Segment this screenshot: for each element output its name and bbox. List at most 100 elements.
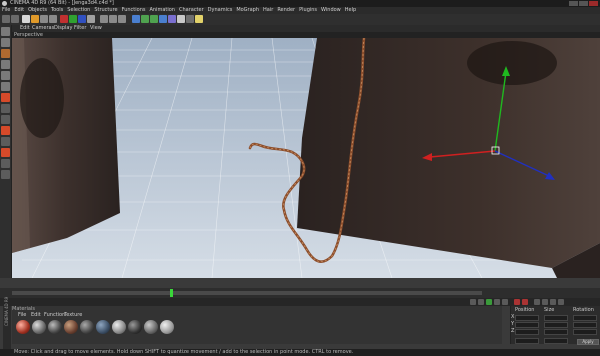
deformer-icon[interactable]	[168, 15, 176, 23]
points-icon[interactable]	[1, 60, 10, 69]
menu-dynamics[interactable]: Dynamics	[206, 7, 235, 14]
menu-file[interactable]: File	[0, 7, 12, 14]
scale-key-icon[interactable]	[558, 299, 564, 305]
size-x-field[interactable]	[544, 315, 568, 321]
apply-button[interactable]: Apply	[577, 339, 599, 345]
model-icon[interactable]	[1, 27, 10, 36]
material-swatch[interactable]	[80, 320, 94, 334]
materials-menu-edit[interactable]: Edit	[31, 312, 41, 318]
edges-icon[interactable]	[1, 71, 10, 80]
menu-tools[interactable]: Tools	[49, 7, 65, 14]
menu-structure[interactable]: Structure	[92, 7, 119, 14]
pen-icon[interactable]	[141, 15, 149, 23]
viewport-menu-edit[interactable]: Edit	[20, 25, 30, 32]
layout-icon[interactable]	[1, 148, 10, 157]
object-icon[interactable]	[1, 38, 10, 47]
position-key-icon[interactable]	[542, 299, 548, 305]
material-swatch[interactable]	[32, 320, 46, 334]
axis-icon[interactable]	[1, 93, 10, 102]
menu-objects[interactable]: Objects	[26, 7, 49, 14]
light-icon[interactable]	[195, 15, 203, 23]
material-swatch[interactable]	[160, 320, 174, 334]
cube-icon[interactable]	[132, 15, 140, 23]
material-swatch[interactable]	[48, 320, 62, 334]
render-region-icon[interactable]	[1, 170, 10, 179]
prev-frame-icon[interactable]	[478, 299, 484, 305]
tweak-icon[interactable]	[1, 126, 10, 135]
grid-icon[interactable]	[1, 159, 10, 168]
camera-icon[interactable]	[186, 15, 194, 23]
rotation-h-field[interactable]	[573, 315, 597, 321]
coord-icon[interactable]	[87, 15, 95, 23]
materials-menu-file[interactable]: File	[18, 312, 26, 318]
go-start-icon[interactable]	[470, 299, 476, 305]
menu-help[interactable]: Help	[343, 7, 358, 14]
size-z-field[interactable]	[544, 329, 568, 335]
materials-menu-function[interactable]: Function	[44, 312, 65, 318]
maximize-button[interactable]	[579, 1, 588, 6]
y-axis-icon[interactable]	[69, 15, 77, 23]
autokey-icon[interactable]	[522, 299, 528, 305]
play-icon[interactable]	[486, 299, 492, 305]
viewport-menu-cameras[interactable]: Cameras	[32, 25, 54, 32]
viewport-scene[interactable]	[12, 38, 600, 278]
materials-menu-texture[interactable]: Texture	[64, 312, 82, 318]
undo-icon[interactable]	[2, 15, 10, 23]
array-icon[interactable]	[159, 15, 167, 23]
menu-character[interactable]: Character	[177, 7, 206, 14]
record-icon[interactable]	[514, 299, 520, 305]
viewport-menu-filter[interactable]: Filter	[74, 25, 86, 32]
rotate-icon[interactable]	[49, 15, 57, 23]
polygons-icon[interactable]	[1, 82, 10, 91]
rotation-p-field[interactable]	[573, 322, 597, 328]
snap-icon[interactable]	[1, 104, 10, 113]
x-axis-icon[interactable]	[60, 15, 68, 23]
size-y-field[interactable]	[544, 322, 568, 328]
viewport-menu-display[interactable]: Display	[54, 25, 72, 32]
subdivision-icon[interactable]	[150, 15, 158, 23]
render-view-icon[interactable]	[100, 15, 108, 23]
texture-icon[interactable]	[1, 49, 10, 58]
material-swatch[interactable]	[128, 320, 142, 334]
material-swatch[interactable]	[16, 320, 30, 334]
solo-icon[interactable]	[1, 137, 10, 146]
position-z-field[interactable]	[515, 329, 539, 335]
size-mode-select[interactable]	[544, 338, 568, 344]
rotation-key-icon[interactable]	[550, 299, 556, 305]
rotation-b-field[interactable]	[573, 329, 597, 335]
menu-window[interactable]: Window	[319, 7, 343, 14]
z-axis-icon[interactable]	[78, 15, 86, 23]
position-x-field[interactable]	[515, 315, 539, 321]
workplane-icon[interactable]	[1, 115, 10, 124]
material-swatch[interactable]	[144, 320, 158, 334]
menu-mograph[interactable]: MoGraph	[234, 7, 261, 14]
render-settings-icon[interactable]	[118, 15, 126, 23]
next-frame-icon[interactable]	[494, 299, 500, 305]
menu-edit[interactable]: Edit	[12, 7, 26, 14]
viewport[interactable]	[12, 38, 600, 278]
close-button[interactable]	[589, 1, 598, 6]
timeline[interactable]	[0, 288, 600, 298]
menu-functions[interactable]: Functions	[120, 7, 148, 14]
minimize-button[interactable]	[569, 1, 578, 6]
position-y-field[interactable]	[515, 322, 539, 328]
viewport-menu-view[interactable]: View	[90, 25, 102, 32]
material-swatch[interactable]	[112, 320, 126, 334]
menu-animation[interactable]: Animation	[147, 7, 177, 14]
menu-render[interactable]: Render	[275, 7, 297, 14]
scale-icon[interactable]	[40, 15, 48, 23]
menu-selection[interactable]: Selection	[65, 7, 92, 14]
timeline-playhead[interactable]	[170, 289, 173, 297]
select-icon[interactable]	[22, 15, 30, 23]
menu-hair[interactable]: Hair	[261, 7, 275, 14]
scene-icon[interactable]	[177, 15, 185, 23]
material-swatch[interactable]	[96, 320, 110, 334]
move-icon[interactable]	[31, 15, 39, 23]
go-end-icon[interactable]	[502, 299, 508, 305]
redo-icon[interactable]	[11, 15, 19, 23]
coord-mode-select[interactable]	[515, 338, 539, 344]
keyframe-icon[interactable]	[534, 299, 540, 305]
material-swatch[interactable]	[64, 320, 78, 334]
menu-plugins[interactable]: Plugins	[297, 7, 319, 14]
timeline-track[interactable]	[12, 291, 482, 295]
